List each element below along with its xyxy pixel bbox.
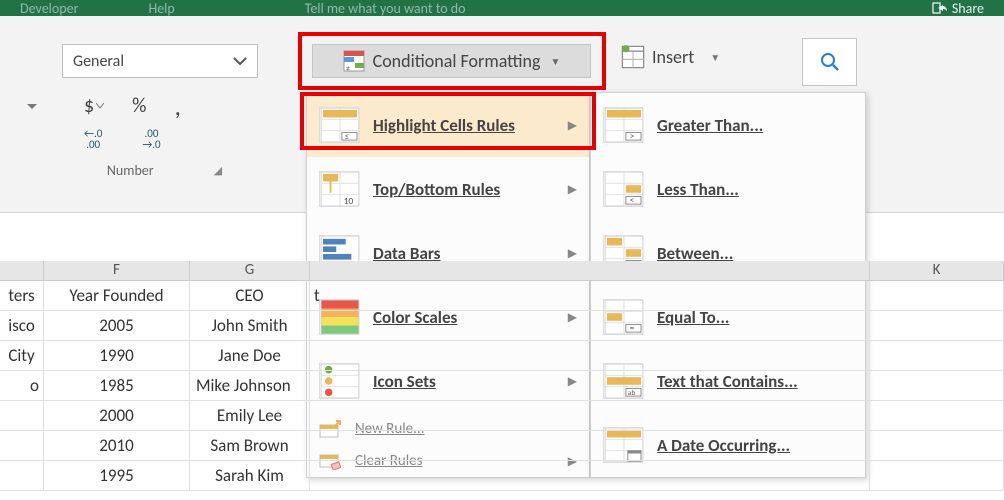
search-button[interactable] <box>802 38 857 86</box>
cell[interactable]: Jane Doe <box>190 341 310 371</box>
menu-highlight-cells-rules[interactable]: ≤ Highlight Cells Rules ▶ <box>307 93 589 157</box>
cell[interactable]: City <box>0 341 44 371</box>
number-format-value: General <box>73 52 124 71</box>
number-format-select[interactable]: General <box>62 44 258 78</box>
cell[interactable]: 2000 <box>44 401 190 431</box>
cell[interactable]: 2010 <box>44 431 190 461</box>
svg-text:>: > <box>630 130 635 142</box>
menu-label: Highlight Cells Rules <box>373 115 554 136</box>
menu-label: Top/Bottom Rules <box>373 179 554 200</box>
greater-than-icon: > <box>603 107 643 143</box>
table-row[interactable]: o 1985 Mike Johnson <box>0 371 1004 401</box>
cell[interactable]: 2005 <box>44 311 190 341</box>
cell[interactable] <box>0 461 44 491</box>
cell[interactable]: 1990 <box>44 341 190 371</box>
less-than-icon: < <box>603 171 643 207</box>
chevron-down-icon: ▼ <box>710 51 720 64</box>
cell[interactable]: Sarah Kim <box>190 461 310 491</box>
cell[interactable]: o <box>0 371 44 401</box>
ribbon-tab-help[interactable]: Help <box>148 0 174 17</box>
search-icon <box>819 51 841 73</box>
percent-format-button[interactable]: % <box>132 94 146 118</box>
chevron-down-icon: ▼ <box>551 55 561 68</box>
cell[interactable]: 1995 <box>44 461 190 491</box>
svg-text:10: 10 <box>344 195 354 206</box>
column-headers[interactable]: F G K <box>0 261 1004 281</box>
group-label-number: Number <box>107 162 154 179</box>
menu-top-bottom-rules[interactable]: 10 Top/Bottom Rules ▶ <box>307 157 589 221</box>
cell[interactable]: Sam Brown <box>190 431 310 461</box>
top-bottom-icon: 10 <box>319 171 359 207</box>
col-header-K[interactable]: K <box>870 261 1004 281</box>
highlight-cells-icon: ≤ <box>319 107 359 143</box>
cell[interactable]: Mike Johnson <box>190 371 310 401</box>
table-header-row[interactable]: ters Year Founded CEO t <box>0 281 1004 311</box>
cell[interactable]: Emily Lee <box>190 401 310 431</box>
cell[interactable]: Year Founded <box>44 281 190 311</box>
table-row[interactable]: 1995 Sarah Kim <box>0 461 1004 491</box>
share-button[interactable]: Share <box>932 0 984 17</box>
insert-button[interactable]: Insert <box>652 46 694 68</box>
cell[interactable]: isco <box>0 311 44 341</box>
cell[interactable] <box>0 431 44 461</box>
comma-format-button[interactable]: , <box>174 101 181 111</box>
cell[interactable]: CEO <box>190 281 310 311</box>
table-row[interactable]: 2010 Sam Brown <box>0 431 1004 461</box>
border-dropdown-icon[interactable] <box>27 104 37 110</box>
share-icon <box>932 0 948 16</box>
table-row[interactable]: City 1990 Jane Doe <box>0 341 1004 371</box>
table-row[interactable]: isco 2005 John Smith <box>0 311 1004 341</box>
accounting-format-button[interactable]: $ <box>84 94 104 118</box>
cell[interactable] <box>0 401 44 431</box>
cell[interactable]: t <box>310 281 870 311</box>
share-label: Share <box>952 0 984 17</box>
submenu-label: Less Than... <box>657 179 853 200</box>
chevron-down-icon <box>233 56 247 66</box>
submenu-arrow-icon: ▶ <box>568 118 577 133</box>
svg-text:≤: ≤ <box>345 132 349 142</box>
submenu-arrow-icon: ▶ <box>568 182 577 197</box>
col-header-F[interactable]: F <box>44 261 190 281</box>
decrease-decimal-button[interactable]: .00→.0 <box>142 128 160 150</box>
cell[interactable]: ters <box>0 281 44 311</box>
svg-text:<: < <box>630 194 635 206</box>
submenu-arrow-icon: ▶ <box>568 246 577 261</box>
dialog-launcher-icon[interactable]: ◢ <box>214 164 222 177</box>
conditional-formatting-button[interactable]: ≠ Conditional Formatting ▼ <box>312 44 591 78</box>
conditional-formatting-icon: ≠ <box>343 50 365 72</box>
submenu-greater-than[interactable]: > Greater Than... <box>591 93 865 157</box>
conditional-formatting-label: Conditional Formatting <box>373 50 541 72</box>
spreadsheet-grid[interactable]: F G K ters Year Founded CEO t isco 2005 … <box>0 261 1004 491</box>
table-row[interactable]: 2000 Emily Lee <box>0 401 1004 431</box>
cell[interactable]: 1985 <box>44 371 190 401</box>
col-header-G[interactable]: G <box>190 261 310 281</box>
insert-cells-icon <box>620 44 646 70</box>
increase-decimal-button[interactable]: ←.0.00 <box>84 128 102 150</box>
number-format-group: General $ % , ←.0.00 .00→.0 Number ◢ <box>62 44 267 179</box>
tell-me-input[interactable]: Tell me what you want to do <box>305 0 466 17</box>
submenu-less-than[interactable]: < Less Than... <box>591 157 865 221</box>
submenu-label: Greater Than... <box>657 115 853 136</box>
cell[interactable]: John Smith <box>190 311 310 341</box>
ribbon-tab-developer[interactable]: Developer <box>20 0 78 17</box>
svg-text:≠: ≠ <box>346 64 350 72</box>
